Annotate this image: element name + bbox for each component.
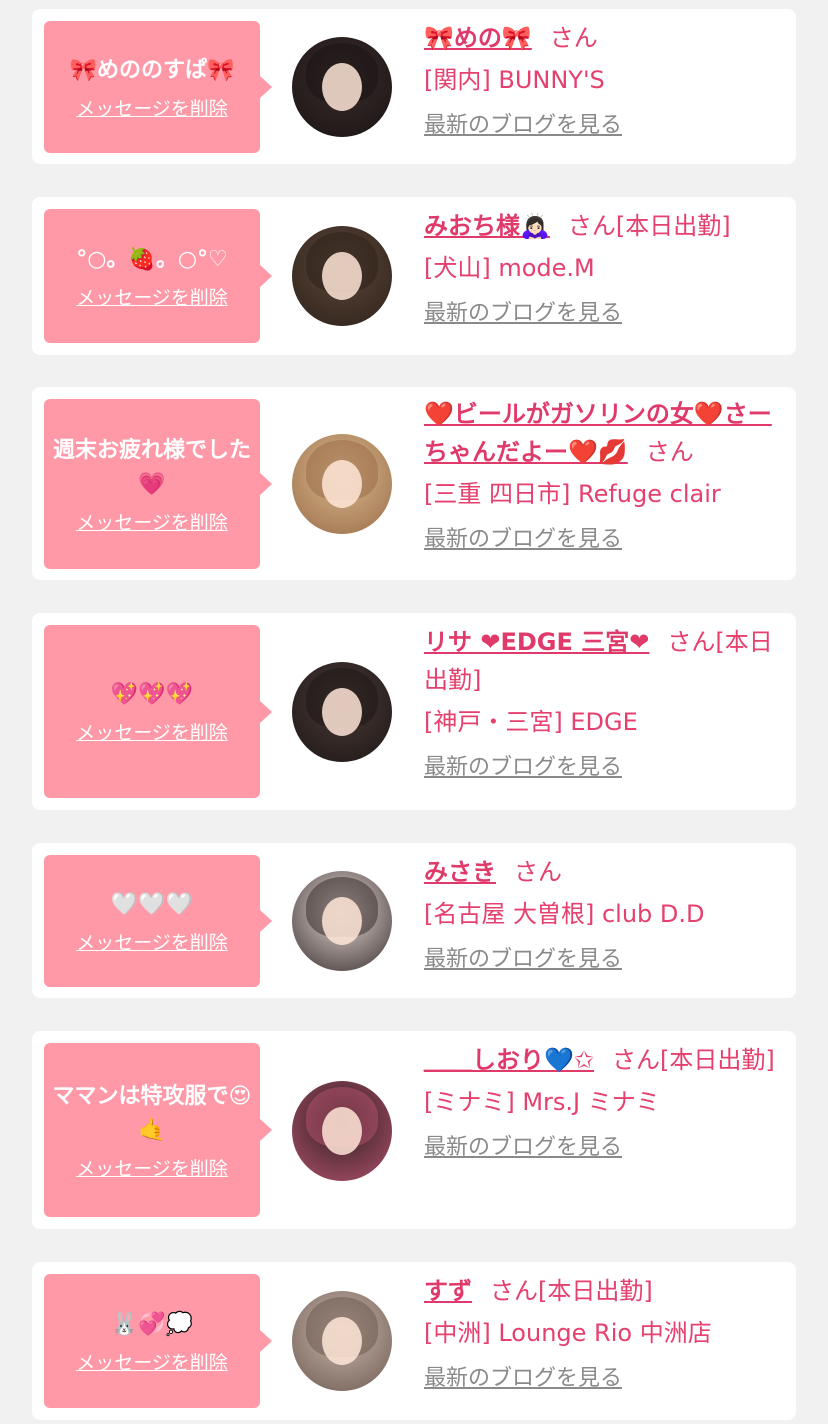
- message-bubble: 🤍🤍🤍 メッセージを削除: [44, 855, 272, 987]
- name-line: リサ ❤EDGE 三宮❤ さん[本日出勤]: [424, 623, 784, 699]
- message-bubble: °○。🍓。○°♡ メッセージを削除: [44, 209, 272, 343]
- delete-message-link[interactable]: メッセージを削除: [76, 94, 228, 121]
- shop-name: [ミナミ] Mrs.J ミナミ: [424, 1088, 660, 1116]
- message-text: 🤍🤍🤍: [110, 891, 194, 917]
- cast-name-link[interactable]: 🎀めの🎀: [424, 24, 532, 52]
- shop-name: [神戸・三宮] EDGE: [424, 708, 638, 736]
- honorific: さん: [645, 438, 694, 466]
- latest-blog-link[interactable]: 最新のブログを見る: [424, 751, 622, 785]
- name-line: ❤️ビールがガソリンの女❤️さーちゃんだよー❤️💋 さん: [424, 395, 784, 471]
- cast-name-link[interactable]: みおち様🙇🏻‍♀️: [424, 212, 550, 240]
- attendance-status: [本日出勤]: [538, 1277, 653, 1305]
- shop-name: [犬山] mode.M: [424, 254, 595, 282]
- avatar[interactable]: [292, 1291, 392, 1391]
- message-text: 🎀めののすぱ🎀: [69, 57, 235, 83]
- delete-message-link[interactable]: メッセージを削除: [76, 718, 228, 745]
- shop-name: [関内] BUNNY'S: [424, 66, 605, 94]
- cast-info: 🎀めの🎀 さん [関内] BUNNY'S 最新のブログを見る: [424, 19, 784, 143]
- name-line: ＿＿しおり💙✩ さん[本日出勤]: [424, 1041, 784, 1079]
- message-card: 🤍🤍🤍 メッセージを削除 みさき さん [名古屋 大曽根] club D.D 最新…: [32, 843, 796, 998]
- cast-name-link[interactable]: ＿＿しおり💙✩: [424, 1046, 594, 1074]
- cast-name-link[interactable]: すず: [424, 1277, 472, 1305]
- shop-name: [中洲] Lounge Rio 中洲店: [424, 1319, 712, 1347]
- delete-message-link[interactable]: メッセージを削除: [76, 283, 228, 310]
- delete-message-link[interactable]: メッセージを削除: [76, 1154, 228, 1181]
- honorific: さん: [490, 1277, 538, 1305]
- message-bubble: 💖💖💖 メッセージを削除: [44, 625, 272, 798]
- latest-blog-link[interactable]: 最新のブログを見る: [424, 1362, 622, 1396]
- message-card: 🐰💞💭 メッセージを削除 すず さん[本日出勤] [中洲] Lounge Rio …: [32, 1262, 796, 1420]
- attendance-status: [本日出勤]: [615, 212, 731, 240]
- message-text: 週末お疲れ様でした💗: [52, 437, 251, 497]
- latest-blog-link[interactable]: 最新のブログを見る: [424, 943, 622, 977]
- message-card: 週末お疲れ様でした💗 メッセージを削除 ❤️ビールがガソリンの女❤️さーちゃんだ…: [32, 387, 796, 580]
- name-line: 🎀めの🎀 さん: [424, 19, 784, 57]
- delete-message-link[interactable]: メッセージを削除: [76, 928, 228, 955]
- message-bubble: 🎀めののすぱ🎀 メッセージを削除: [44, 21, 272, 153]
- honorific: さん: [567, 212, 616, 240]
- avatar[interactable]: [292, 662, 392, 762]
- message-text: 💖💖💖: [110, 682, 194, 707]
- shop-name: [名古屋 大曽根] club D.D: [424, 900, 705, 928]
- cast-name-link[interactable]: リサ ❤EDGE 三宮❤: [424, 628, 649, 656]
- shop-name: [三重 四日市] Refuge clair: [424, 480, 721, 508]
- name-line: すず さん[本日出勤]: [424, 1272, 784, 1310]
- message-card: 💖💖💖 メッセージを削除 リサ ❤EDGE 三宮❤ さん[本日出勤] [神戸・三宮…: [32, 613, 796, 810]
- latest-blog-link[interactable]: 最新のブログを見る: [424, 109, 622, 143]
- message-bubble: 週末お疲れ様でした💗 メッセージを削除: [44, 399, 272, 569]
- cast-info: みさき さん [名古屋 大曽根] club D.D 最新のブログを見る: [424, 853, 784, 977]
- latest-blog-link[interactable]: 最新のブログを見る: [424, 297, 622, 331]
- avatar[interactable]: [292, 226, 392, 326]
- honorific: さん: [549, 24, 598, 52]
- message-bubble: 🐰💞💭 メッセージを削除: [44, 1274, 272, 1408]
- cast-info: みおち様🙇🏻‍♀️ さん[本日出勤] [犬山] mode.M 最新のブログを見る: [424, 207, 784, 331]
- message-bubble: ママンは特攻服で😍🤙 メッセージを削除: [44, 1043, 272, 1217]
- latest-blog-link[interactable]: 最新のブログを見る: [424, 1131, 622, 1165]
- message-text: 🐰💞💭: [110, 1311, 194, 1337]
- honorific: さん: [514, 858, 562, 886]
- message-text: °○。🍓。○°♡: [76, 246, 228, 272]
- attendance-status: [本日出勤]: [660, 1046, 775, 1074]
- cast-info: すず さん[本日出勤] [中洲] Lounge Rio 中洲店 最新のブログを見る: [424, 1272, 784, 1396]
- message-text: ママンは特攻服で😍🤙: [52, 1083, 252, 1143]
- avatar[interactable]: [292, 1081, 392, 1181]
- message-card: 🎀めののすぱ🎀 メッセージを削除 🎀めの🎀 さん [関内] BUNNY'S 最新の…: [32, 9, 796, 164]
- name-line: みさき さん: [424, 853, 784, 891]
- avatar[interactable]: [292, 871, 392, 971]
- message-card: °○。🍓。○°♡ メッセージを削除 みおち様🙇🏻‍♀️ さん[本日出勤] [犬山]…: [32, 197, 796, 355]
- honorific: さん: [667, 628, 716, 656]
- honorific: さん: [612, 1046, 660, 1074]
- cast-name-link[interactable]: ❤️ビールがガソリンの女❤️さーちゃんだよー❤️💋: [424, 400, 772, 466]
- cast-info: リサ ❤EDGE 三宮❤ さん[本日出勤] [神戸・三宮] EDGE 最新のブログ…: [424, 623, 784, 785]
- message-card: ママンは特攻服で😍🤙 メッセージを削除 ＿＿しおり💙✩ さん[本日出勤] [ミナミ…: [32, 1031, 796, 1229]
- delete-message-link[interactable]: メッセージを削除: [76, 508, 228, 535]
- cast-name-link[interactable]: みさき: [424, 858, 496, 886]
- cast-info: ❤️ビールがガソリンの女❤️さーちゃんだよー❤️💋 さん [三重 四日市] Ref…: [424, 395, 784, 557]
- avatar[interactable]: [292, 434, 392, 534]
- cast-info: ＿＿しおり💙✩ さん[本日出勤] [ミナミ] Mrs.J ミナミ 最新のブログを見…: [424, 1041, 784, 1165]
- latest-blog-link[interactable]: 最新のブログを見る: [424, 523, 622, 557]
- name-line: みおち様🙇🏻‍♀️ さん[本日出勤]: [424, 207, 784, 245]
- avatar[interactable]: [292, 37, 392, 137]
- delete-message-link[interactable]: メッセージを削除: [76, 1348, 228, 1375]
